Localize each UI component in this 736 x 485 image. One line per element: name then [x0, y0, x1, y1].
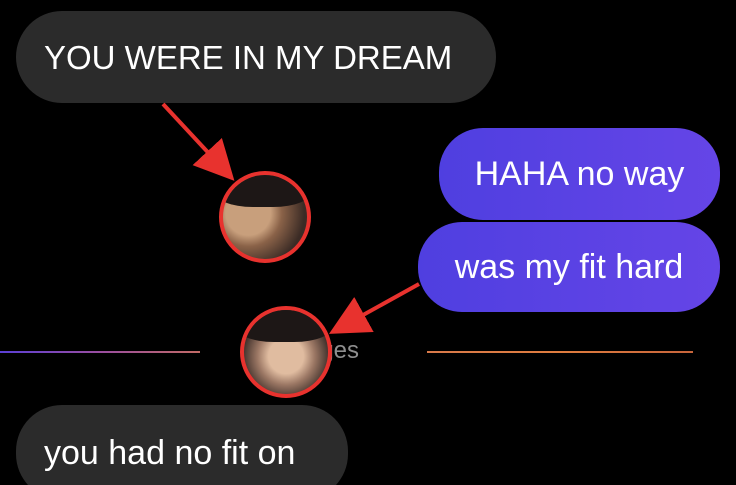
red-arrow-icon — [329, 282, 420, 334]
red-arrow-icon — [161, 102, 235, 181]
annotation-arrows — [161, 102, 420, 334]
chat-screen: YOU WERE IN MY DREAM HAHA no way was my … — [0, 0, 736, 485]
